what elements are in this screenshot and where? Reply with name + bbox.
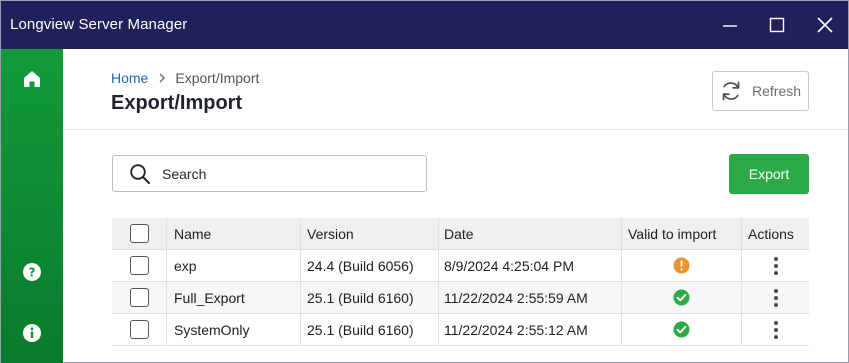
home-icon <box>24 71 40 87</box>
page-title: Export/Import <box>111 92 243 114</box>
row-checkbox[interactable] <box>129 320 149 339</box>
breadcrumb-current: Export/Import <box>175 70 260 86</box>
help-icon: ? <box>23 263 41 281</box>
column-header-name[interactable]: Name <box>167 218 301 249</box>
check-circle-icon <box>673 289 690 306</box>
refresh-button-label: Refresh <box>752 83 802 99</box>
cell-actions <box>742 250 809 281</box>
refresh-button[interactable]: Refresh <box>712 71 809 111</box>
select-all-checkbox[interactable] <box>129 224 149 243</box>
cell-date: 11/22/2024 2:55:12 AM <box>439 314 622 345</box>
search-input[interactable]: Search <box>112 155 427 192</box>
column-header-version[interactable]: Version <box>301 218 439 249</box>
header-checkbox-cell <box>112 218 167 249</box>
table-header-row: Name Version Date Valid to import Action… <box>112 218 809 250</box>
cell-valid <box>622 314 742 345</box>
sidebar-item-help[interactable]: ? <box>20 260 44 284</box>
cell-name: exp <box>167 250 301 281</box>
column-header-actions: Actions <box>748 225 794 242</box>
svg-text:?: ? <box>29 266 36 280</box>
cell-version: 24.4 (Build 6056) <box>301 250 439 281</box>
table-row[interactable]: exp 24.4 (Build 6056) 8/9/2024 4:25:04 P… <box>112 250 809 282</box>
column-header-valid[interactable]: Valid to import <box>622 218 742 249</box>
minimize-button[interactable] <box>707 1 753 49</box>
cell-date: 11/22/2024 2:55:59 AM <box>439 282 622 313</box>
info-icon <box>23 324 41 342</box>
warning-icon <box>673 257 690 274</box>
close-icon <box>817 17 833 33</box>
row-checkbox[interactable] <box>129 256 149 275</box>
row-checkbox-cell <box>112 282 167 313</box>
export-button[interactable]: Export <box>729 154 809 194</box>
breadcrumb: Home Export/Import <box>111 70 259 86</box>
minimize-icon <box>723 25 737 27</box>
sidebar-item-home[interactable] <box>20 67 44 91</box>
cell-valid <box>622 250 742 281</box>
column-header-date[interactable]: Date <box>439 218 622 249</box>
sidebar: ? <box>1 49 63 363</box>
app-window: Longview Server Manager ? Home Export/Im… <box>0 0 849 363</box>
table-row[interactable]: Full_Export 25.1 (Build 6160) 11/22/2024… <box>112 282 809 314</box>
table-row[interactable]: SystemOnly 25.1 (Build 6160) 11/22/2024 … <box>112 314 809 346</box>
page-header: Home Export/Import Export/Import Refresh <box>63 49 848 130</box>
row-actions-menu-icon[interactable] <box>768 319 784 341</box>
search-icon <box>130 163 150 184</box>
refresh-icon <box>722 81 740 101</box>
window-title: Longview Server Manager <box>10 16 188 33</box>
chevron-right-icon <box>158 73 166 83</box>
row-checkbox[interactable] <box>129 288 149 307</box>
sidebar-item-info[interactable] <box>20 321 44 345</box>
maximize-button[interactable] <box>754 1 800 49</box>
breadcrumb-home-link[interactable]: Home <box>111 70 148 86</box>
row-actions-menu-icon[interactable] <box>768 255 784 277</box>
search-placeholder: Search <box>162 165 207 182</box>
cell-name: Full_Export <box>167 282 301 313</box>
cell-date: 8/9/2024 4:25:04 PM <box>439 250 622 281</box>
cell-version: 25.1 (Build 6160) <box>301 282 439 313</box>
row-actions-menu-icon[interactable] <box>768 287 784 309</box>
close-button[interactable] <box>802 1 848 49</box>
cell-valid <box>622 282 742 313</box>
title-bar: Longview Server Manager <box>1 1 848 49</box>
check-circle-icon <box>673 321 690 338</box>
cell-actions <box>742 314 809 345</box>
exports-table: Name Version Date Valid to import Action… <box>112 218 809 346</box>
row-checkbox-cell <box>112 314 167 345</box>
cell-actions <box>742 282 809 313</box>
maximize-icon <box>769 17 785 33</box>
cell-name: SystemOnly <box>167 314 301 345</box>
cell-version: 25.1 (Build 6160) <box>301 314 439 345</box>
row-checkbox-cell <box>112 250 167 281</box>
